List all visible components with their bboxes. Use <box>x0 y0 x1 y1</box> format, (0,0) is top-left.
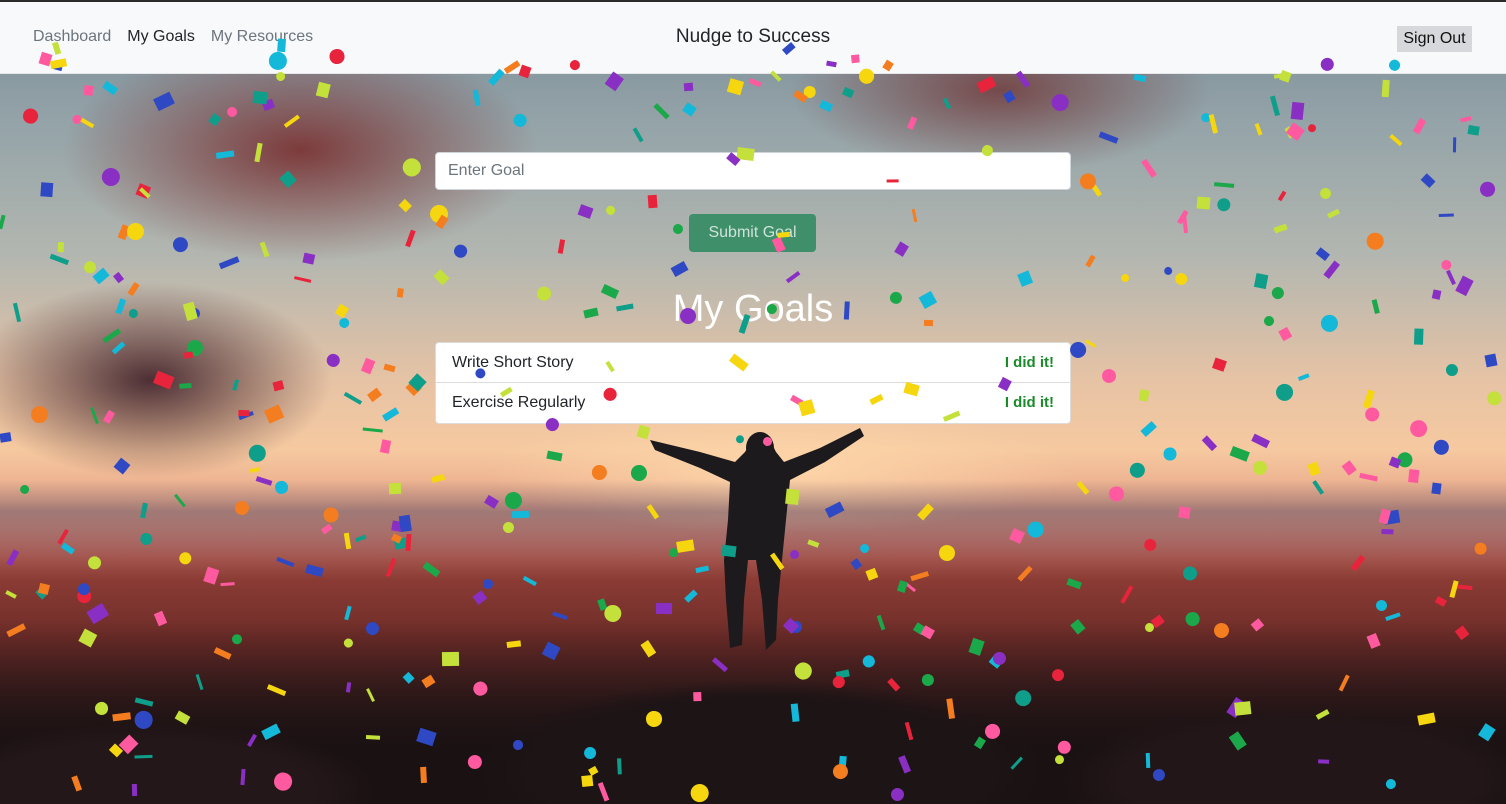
goal-item: Exercise Regularly I did it! <box>436 383 1070 423</box>
goal-title: Write Short Story <box>452 354 574 371</box>
goal-title: Exercise Regularly <box>452 394 586 411</box>
goal-list: Write Short Story I did it! Exercise Reg… <box>435 342 1071 424</box>
goal-item: Write Short Story I did it! <box>436 343 1070 383</box>
page: Dashboard My Goals My Resources Nudge to… <box>0 0 1506 804</box>
submit-goal-button[interactable]: Submit Goal <box>689 214 816 252</box>
did-it-button[interactable]: I did it! <box>1005 354 1054 371</box>
goal-input[interactable] <box>435 152 1071 190</box>
did-it-button[interactable]: I did it! <box>1005 394 1054 411</box>
sign-out-button[interactable]: Sign Out <box>1397 26 1472 52</box>
navbar: Dashboard My Goals My Resources Nudge to… <box>0 2 1506 74</box>
goals-heading: My Goals <box>672 288 834 330</box>
brand-title: Nudge to Success <box>675 26 831 47</box>
